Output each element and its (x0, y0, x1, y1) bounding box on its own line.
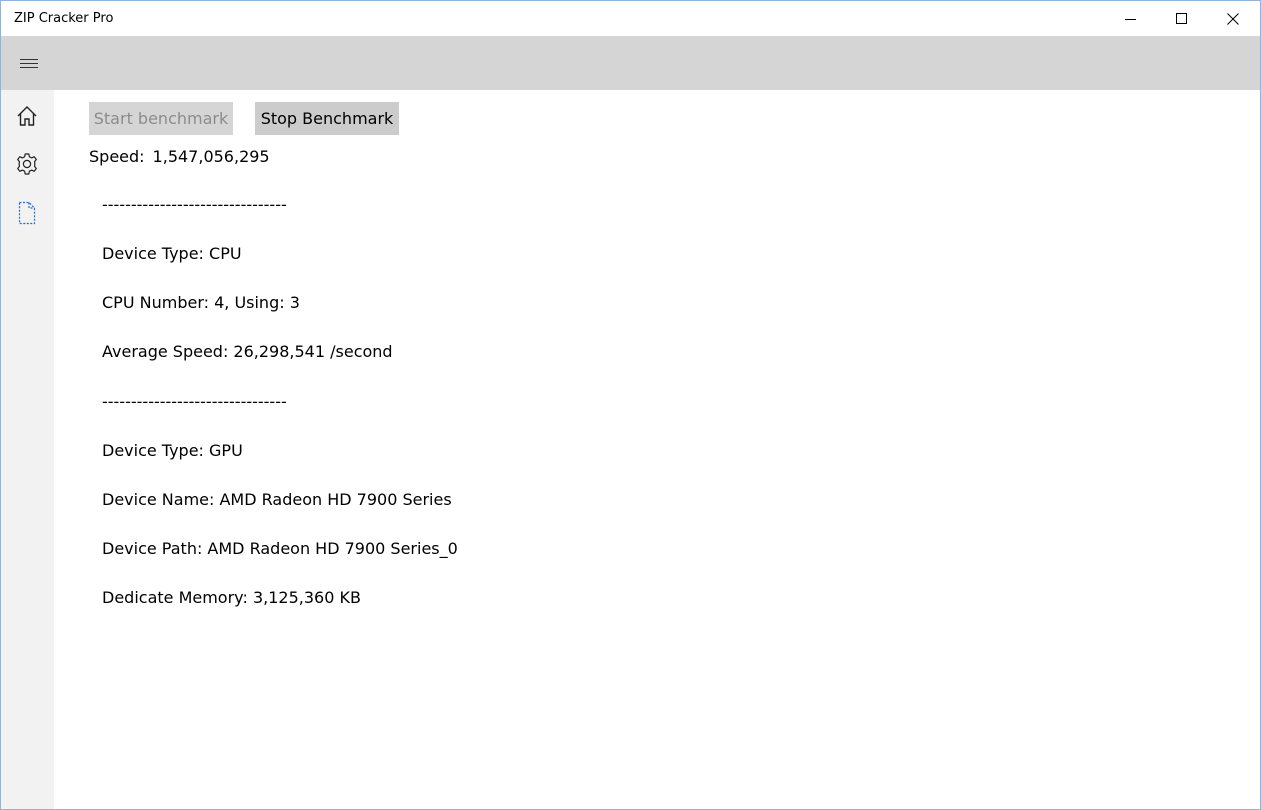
app-window: ZIP Cracker Pro Start benchmark Stop Ben… (0, 0, 1261, 810)
cpu-device-type: Device Type: CPU (102, 244, 242, 263)
header-bar (1, 36, 1260, 90)
hamburger-menu-button[interactable] (9, 47, 49, 79)
close-icon (1227, 12, 1239, 25)
minimize-button[interactable] (1108, 1, 1154, 36)
gpu-dedicated-memory: Dedicate Memory: 3,125,360 KB (102, 588, 361, 607)
gpu-device-name: Device Name: AMD Radeon HD 7900 Series (102, 490, 452, 509)
speed-value: 1,547,056,295 (152, 147, 270, 166)
document-icon (18, 201, 36, 225)
sidebar-item-settings[interactable] (5, 144, 49, 184)
app-title: ZIP Cracker Pro (14, 11, 114, 26)
gpu-device-path: Device Path: AMD Radeon HD 7900 Series_0 (102, 539, 458, 558)
main-content: Start benchmark Stop Benchmark Speed: 1,5… (54, 90, 1260, 809)
stop-benchmark-button[interactable]: Stop Benchmark (255, 102, 399, 135)
sidebar (1, 90, 54, 809)
separator-line: -------------------------------- (102, 195, 287, 214)
start-benchmark-button[interactable]: Start benchmark (89, 102, 233, 135)
hamburger-menu-icon (20, 59, 38, 68)
separator-line: -------------------------------- (102, 392, 287, 411)
gpu-device-type: Device Type: GPU (102, 441, 243, 460)
sidebar-item-home[interactable] (5, 96, 49, 136)
home-icon (17, 106, 37, 126)
speed-row: Speed: 1,547,056,295 (89, 147, 270, 166)
speed-label: Speed: (89, 147, 145, 166)
close-button[interactable] (1210, 1, 1256, 36)
cpu-number: CPU Number: 4, Using: 3 (102, 293, 300, 312)
sidebar-item-document[interactable] (5, 193, 49, 233)
maximize-icon (1176, 12, 1187, 24)
title-bar: ZIP Cracker Pro (1, 1, 1260, 36)
maximize-button[interactable] (1159, 1, 1205, 36)
average-speed: Average Speed: 26,298,541 /second (102, 342, 393, 361)
minimize-icon (1125, 18, 1136, 20)
gear-icon (17, 153, 37, 175)
